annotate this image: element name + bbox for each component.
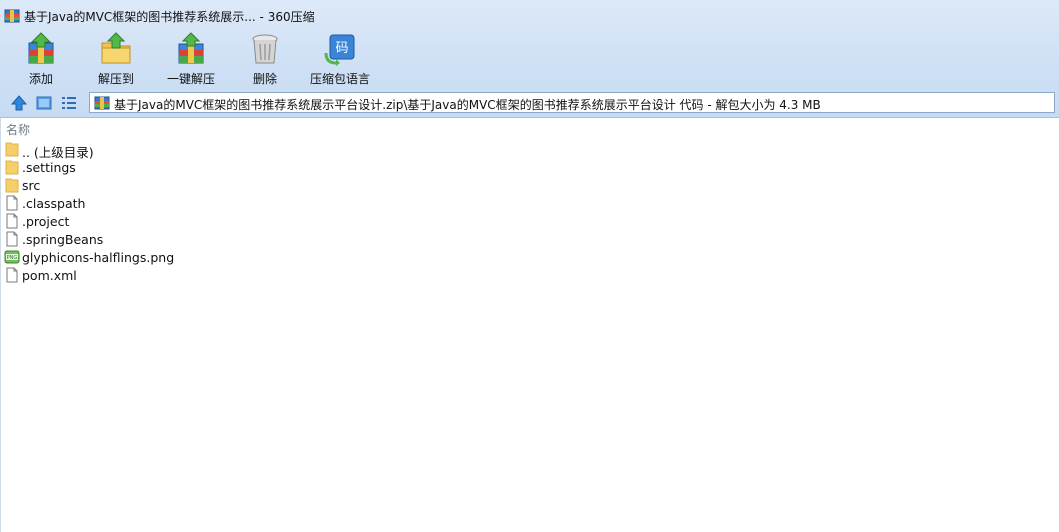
file-list: 名称 .. (上级目录) .settings src .classpath .p… (0, 118, 1059, 532)
item-name: pom.xml (22, 268, 77, 283)
toolbar: 添加 解压到 一键解压 删除 码 压缩包语言 (0, 30, 1059, 88)
extract-to-button-label: 解压到 (97, 72, 134, 86)
list-item[interactable]: .settings (4, 158, 404, 176)
folder-icon (5, 160, 19, 175)
one-click-extract-button[interactable]: 一键解压 (155, 30, 227, 88)
file-icon (6, 195, 18, 211)
png-image-icon: PNG (4, 250, 20, 264)
address-bar[interactable]: 基于Java的MVC框架的图书推荐系统展示平台设计.zip\基于Java的MVC… (89, 92, 1055, 113)
file-icon (6, 267, 18, 283)
list-item[interactable]: .project (4, 212, 404, 230)
delete-button-label: 删除 (252, 72, 277, 86)
add-archive-icon (28, 32, 54, 64)
file-icon (6, 231, 18, 247)
item-name: glyphicons-halflings.png (22, 250, 175, 265)
one-click-extract-icon (178, 32, 204, 64)
archive-language-button-label: 压缩包语言 (309, 72, 370, 86)
item-name: .project (22, 214, 70, 229)
add-button-label: 添加 (28, 72, 53, 86)
window-chrome: 基于Java的MVC框架的图书推荐系统展示... - 360压缩 添加 解压到 (0, 0, 1059, 118)
item-name: .settings (22, 160, 76, 175)
file-icon (6, 213, 18, 229)
list-item[interactable]: .springBeans (4, 230, 404, 248)
folder-icon (5, 142, 19, 157)
list-view-icon[interactable] (60, 94, 78, 112)
folder-icon (5, 178, 19, 193)
list-item[interactable]: PNG glyphicons-halflings.png (4, 248, 404, 266)
list-item[interactable]: .. (上级目录) (4, 140, 404, 160)
list-item[interactable]: src (4, 176, 404, 194)
item-name: .classpath (22, 196, 86, 211)
item-name: src (22, 178, 41, 193)
window-title: 基于Java的MVC框架的图书推荐系统展示... - 360压缩 (24, 10, 315, 24)
extract-to-icon (101, 32, 131, 64)
archive-icon (94, 96, 110, 110)
item-name: .springBeans (22, 232, 104, 247)
trash-icon (252, 34, 278, 64)
app-logo-icon (4, 9, 20, 23)
archive-language-button[interactable]: 码 压缩包语言 (304, 30, 376, 88)
delete-button[interactable]: 删除 (229, 30, 301, 88)
svg-text:码: 码 (335, 41, 348, 56)
archive-language-icon: 码 (324, 34, 355, 66)
svg-text:PNG: PNG (7, 255, 18, 261)
one-click-extract-button-label: 一键解压 (166, 72, 215, 86)
title-bar: 基于Java的MVC框架的图书推荐系统展示... - 360压缩 (0, 0, 1059, 30)
address-path: 基于Java的MVC框架的图书推荐系统展示平台设计.zip\基于Java的MVC… (114, 98, 821, 112)
navigation-bar: 基于Java的MVC框架的图书推荐系统展示平台设计.zip\基于Java的MVC… (0, 91, 1059, 115)
up-arrow-icon[interactable] (10, 94, 28, 112)
large-icon-view-icon[interactable] (35, 94, 53, 112)
list-item[interactable]: pom.xml (4, 266, 404, 284)
add-button[interactable]: 添加 (5, 30, 77, 88)
extract-to-button[interactable]: 解压到 (80, 30, 152, 88)
column-header-name[interactable]: 名称 (6, 121, 30, 138)
list-item[interactable]: .classpath (4, 194, 404, 212)
